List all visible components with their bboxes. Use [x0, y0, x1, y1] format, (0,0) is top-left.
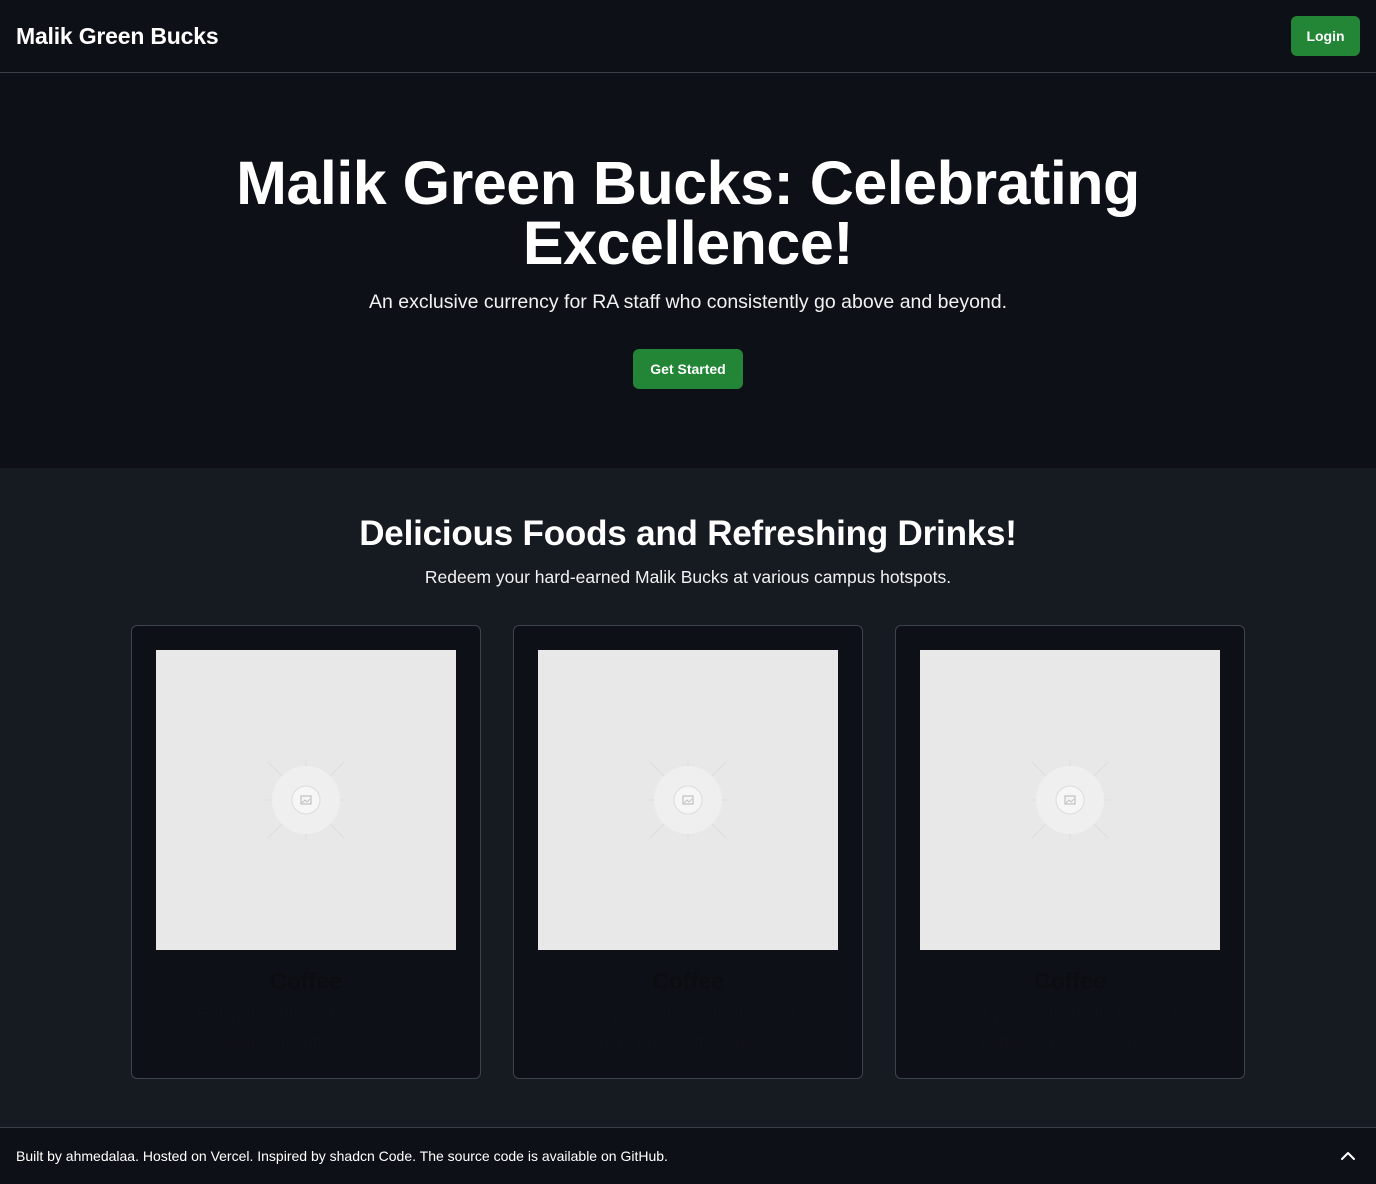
footer-text: Built by ahmedalaa. Hosted on Vercel. In… [16, 1148, 668, 1164]
card-coffee-2: Coffee Get your caffeine fix from our pa… [513, 625, 863, 1079]
get-started-button[interactable]: Get Started [633, 349, 743, 389]
card-title: Coffee [1034, 968, 1106, 994]
card-image [920, 650, 1220, 950]
card-image [538, 650, 838, 950]
card-image [156, 650, 456, 950]
card-title: Coffee [652, 968, 724, 994]
card-coffee-1: Coffee Get your caffeine fix from our pa… [131, 625, 481, 1079]
section-title: Delicious Foods and Refreshing Drinks! [359, 514, 1017, 553]
image-placeholder-icon [266, 760, 346, 840]
image-placeholder-icon [1030, 760, 1110, 840]
brand-title[interactable]: Malik Green Bucks [16, 23, 219, 50]
card-title: Coffee [270, 968, 342, 994]
image-placeholder-icon [648, 760, 728, 840]
site-header: Malik Green Bucks Login [0, 0, 1376, 73]
chevron-up-icon[interactable] [1336, 1144, 1360, 1168]
hero-subtitle: An exclusive currency for RA staff who c… [368, 291, 1008, 313]
card-description: Get your caffeine fix from our partnered… [578, 1004, 798, 1051]
card-description: Get your caffeine fix from our partnered… [196, 1004, 416, 1051]
login-button[interactable]: Login [1291, 16, 1360, 56]
section-subtitle: Redeem your hard-earned Malik Bucks at v… [424, 567, 952, 587]
card-description: Get your caffeine fix from our partnered… [960, 1004, 1180, 1051]
hero-section: Malik Green Bucks: Celebrating Excellenc… [0, 73, 1376, 468]
card-coffee-3: Coffee Get your caffeine fix from our pa… [895, 625, 1245, 1079]
site-footer: Built by ahmedalaa. Hosted on Vercel. In… [0, 1127, 1376, 1184]
hero-title: Malik Green Bucks: Celebrating Excellenc… [236, 149, 1140, 277]
